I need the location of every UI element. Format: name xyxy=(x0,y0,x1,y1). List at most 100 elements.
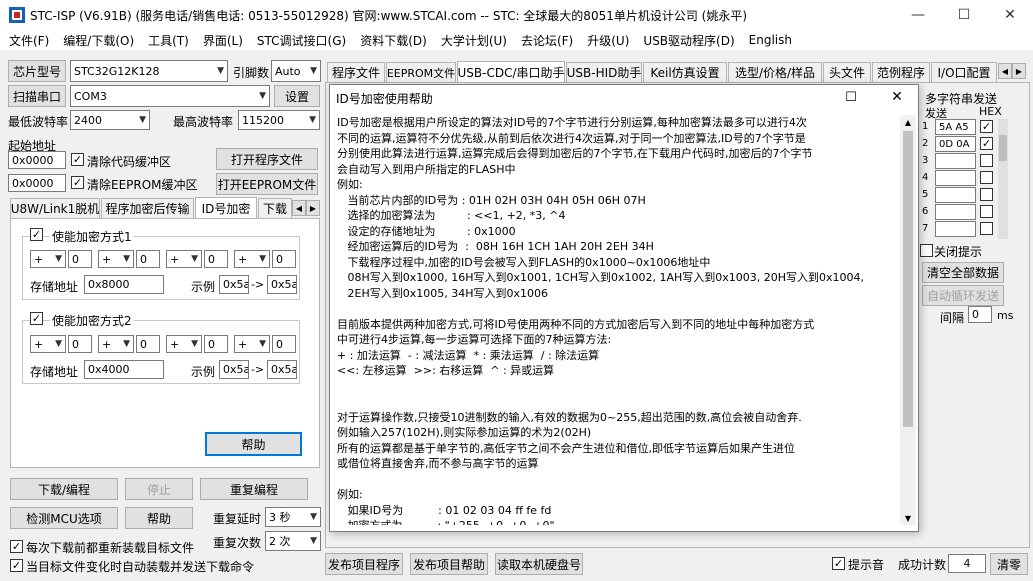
publish-project-program-button[interactable]: 发布项目程序 xyxy=(325,553,403,575)
repeat-program-button[interactable]: 重复编程 xyxy=(200,478,308,500)
tab-usb-hid[interactable]: USB-HID助手 xyxy=(566,62,642,82)
help-text-scrollbar[interactable]: ▲ ▼ xyxy=(900,115,916,525)
close-button[interactable]: ✕ xyxy=(987,0,1033,30)
menu-program[interactable]: 编程/下载(O) xyxy=(56,32,141,49)
enc2-address-input[interactable]: 0x4000 xyxy=(84,360,164,379)
enc2-operand3-input[interactable]: 0 xyxy=(204,335,228,353)
pins-combo[interactable]: Auto ▼ xyxy=(271,60,321,82)
chip-model-button[interactable]: 芯片型号 xyxy=(8,60,66,82)
row-value-input[interactable] xyxy=(935,170,976,186)
right-tab-scroll-right-button[interactable]: ▶ xyxy=(1012,63,1026,79)
enc1-op2-select[interactable]: + ▼ xyxy=(98,250,134,268)
enc1-example-input[interactable]: 0x5a xyxy=(219,275,249,294)
row-value-input[interactable]: 0D 0A xyxy=(935,136,976,152)
tab-id-encryption[interactable]: ID号加密 xyxy=(195,197,257,218)
clear-code-checkbox[interactable]: ✓ xyxy=(71,153,84,166)
open-eeprom-file-button[interactable]: 打开EEPROM文件 xyxy=(216,173,318,195)
enc2-operand4-input[interactable]: 0 xyxy=(272,335,296,353)
publish-project-help-button[interactable]: 发布项目帮助 xyxy=(410,553,488,575)
row-value-input[interactable] xyxy=(935,187,976,203)
menu-english[interactable]: English xyxy=(742,33,799,47)
max-baud-combo[interactable]: 115200 ▼ xyxy=(238,110,320,130)
tab-selection-price[interactable]: 选型/价格/样品 xyxy=(728,62,822,82)
menu-usb-driver[interactable]: USB驱动程序(D) xyxy=(636,32,741,49)
enc1-address-input[interactable]: 0x8000 xyxy=(84,275,164,294)
read-disk-number-button[interactable]: 读取本机硬盘号 xyxy=(495,553,583,575)
port-combo[interactable]: COM3 ▼ xyxy=(70,85,270,107)
tab-examples[interactable]: 范例程序 xyxy=(872,62,930,82)
reload-before-download-checkbox[interactable]: ✓ xyxy=(10,540,23,553)
close-hint-checkbox[interactable] xyxy=(920,244,933,257)
code-address-input[interactable]: 0x0000 xyxy=(8,151,66,169)
enc1-operand1-input[interactable]: 0 xyxy=(68,250,92,268)
scan-port-button[interactable]: 扫描串口 xyxy=(8,85,66,107)
menu-tools[interactable]: 工具(T) xyxy=(141,32,196,49)
scrollbar-thumb[interactable] xyxy=(903,131,913,427)
enc2-operand1-input[interactable]: 0 xyxy=(68,335,92,353)
tab-keil-settings[interactable]: Keil仿真设置 xyxy=(643,62,727,82)
help-text-area[interactable]: ID号加密是根据用户所设定的算法对ID号的7个字节进行分别运算,每种加密算法最多… xyxy=(337,115,905,525)
tab-scroll-left-button[interactable]: ◀ xyxy=(292,200,306,216)
row-hex-checkbox[interactable] xyxy=(980,188,993,201)
multi-send-scrollbar[interactable] xyxy=(998,119,1008,239)
row-hex-checkbox[interactable] xyxy=(980,154,993,167)
tab-program-file[interactable]: 程序文件 xyxy=(327,62,385,82)
chip-model-combo[interactable]: STC32G12K128 ▼ xyxy=(70,60,228,82)
menu-file[interactable]: 文件(F) xyxy=(2,32,56,49)
enable-encryption-1-checkbox[interactable]: ✓ xyxy=(30,228,43,241)
enc2-op4-select[interactable]: + ▼ xyxy=(234,335,270,353)
maximize-button[interactable]: ☐ xyxy=(941,0,987,30)
enc2-operand2-input[interactable]: 0 xyxy=(136,335,160,353)
download-program-button[interactable]: 下载/编程 xyxy=(10,478,118,500)
enc1-op3-select[interactable]: + ▼ xyxy=(166,250,202,268)
clear-eeprom-checkbox[interactable]: ✓ xyxy=(71,176,84,189)
stop-button[interactable]: 停止 xyxy=(125,478,193,500)
clear-count-button[interactable]: 清零 xyxy=(990,553,1028,575)
menu-download[interactable]: 资料下载(D) xyxy=(353,32,434,49)
enc1-operand2-input[interactable]: 0 xyxy=(136,250,160,268)
row-hex-checkbox[interactable] xyxy=(980,205,993,218)
tab-u8w-offline[interactable]: U8W/Link1脱机 xyxy=(10,198,100,218)
menu-upgrade[interactable]: 升级(U) xyxy=(580,32,636,49)
right-tab-scroll-left-button[interactable]: ◀ xyxy=(998,63,1012,79)
enc1-op4-select[interactable]: + ▼ xyxy=(234,250,270,268)
detect-mcu-button[interactable]: 检测MCU选项 xyxy=(10,507,118,529)
row-hex-checkbox[interactable]: ✓ xyxy=(980,137,993,150)
settings-button[interactable]: 设置 xyxy=(274,85,320,107)
minimize-button[interactable]: — xyxy=(895,0,941,30)
enc2-example-input[interactable]: 0x5a xyxy=(219,360,249,379)
scroll-down-icon[interactable]: ▼ xyxy=(900,511,916,525)
menu-debug[interactable]: STC调试接口(G) xyxy=(250,32,353,49)
row-hex-checkbox[interactable]: ✓ xyxy=(980,120,993,133)
help-button[interactable]: 帮助 xyxy=(125,507,193,529)
interval-input[interactable]: 0 xyxy=(968,306,992,323)
enc1-operand3-input[interactable]: 0 xyxy=(204,250,228,268)
tab-header-files[interactable]: 头文件 xyxy=(823,62,871,82)
row-value-input[interactable] xyxy=(935,153,976,169)
scroll-up-icon[interactable]: ▲ xyxy=(900,115,916,129)
enc1-op1-select[interactable]: + ▼ xyxy=(30,250,66,268)
row-value-input[interactable] xyxy=(935,204,976,220)
repeat-count-combo[interactable]: 2 次 ▼ xyxy=(265,531,321,551)
tab-io-config[interactable]: I/O口配置 xyxy=(931,62,997,82)
id-help-button[interactable]: 帮助 xyxy=(205,432,302,456)
tab-usb-cdc-serial[interactable]: USB-CDC/串口助手 xyxy=(457,61,565,82)
min-baud-combo[interactable]: 2400 ▼ xyxy=(70,110,150,130)
menu-interface[interactable]: 界面(L) xyxy=(196,32,250,49)
open-program-file-button[interactable]: 打开程序文件 xyxy=(216,148,318,170)
clear-all-data-button[interactable]: 清空全部数据 xyxy=(922,262,1004,283)
menu-forum[interactable]: 去论坛(F) xyxy=(514,32,580,49)
enc2-op1-select[interactable]: + ▼ xyxy=(30,335,66,353)
enc2-op2-select[interactable]: + ▼ xyxy=(98,335,134,353)
tab-download[interactable]: 下载 xyxy=(258,198,292,218)
enable-encryption-2-checkbox[interactable]: ✓ xyxy=(30,312,43,325)
row-value-input[interactable] xyxy=(935,221,976,237)
row-hex-checkbox[interactable] xyxy=(980,171,993,184)
repeat-delay-combo[interactable]: 3 秒 ▼ xyxy=(265,507,321,527)
auto-loop-send-button[interactable]: 自动循环发送 xyxy=(922,285,1004,306)
tab-scroll-right-button[interactable]: ▶ xyxy=(306,200,320,216)
enc1-operand4-input[interactable]: 0 xyxy=(272,250,296,268)
dialog-close-button[interactable]: ✕ xyxy=(874,85,920,109)
eeprom-address-input[interactable]: 0x0000 xyxy=(8,174,66,192)
menu-university[interactable]: 大学计划(U) xyxy=(434,32,514,49)
